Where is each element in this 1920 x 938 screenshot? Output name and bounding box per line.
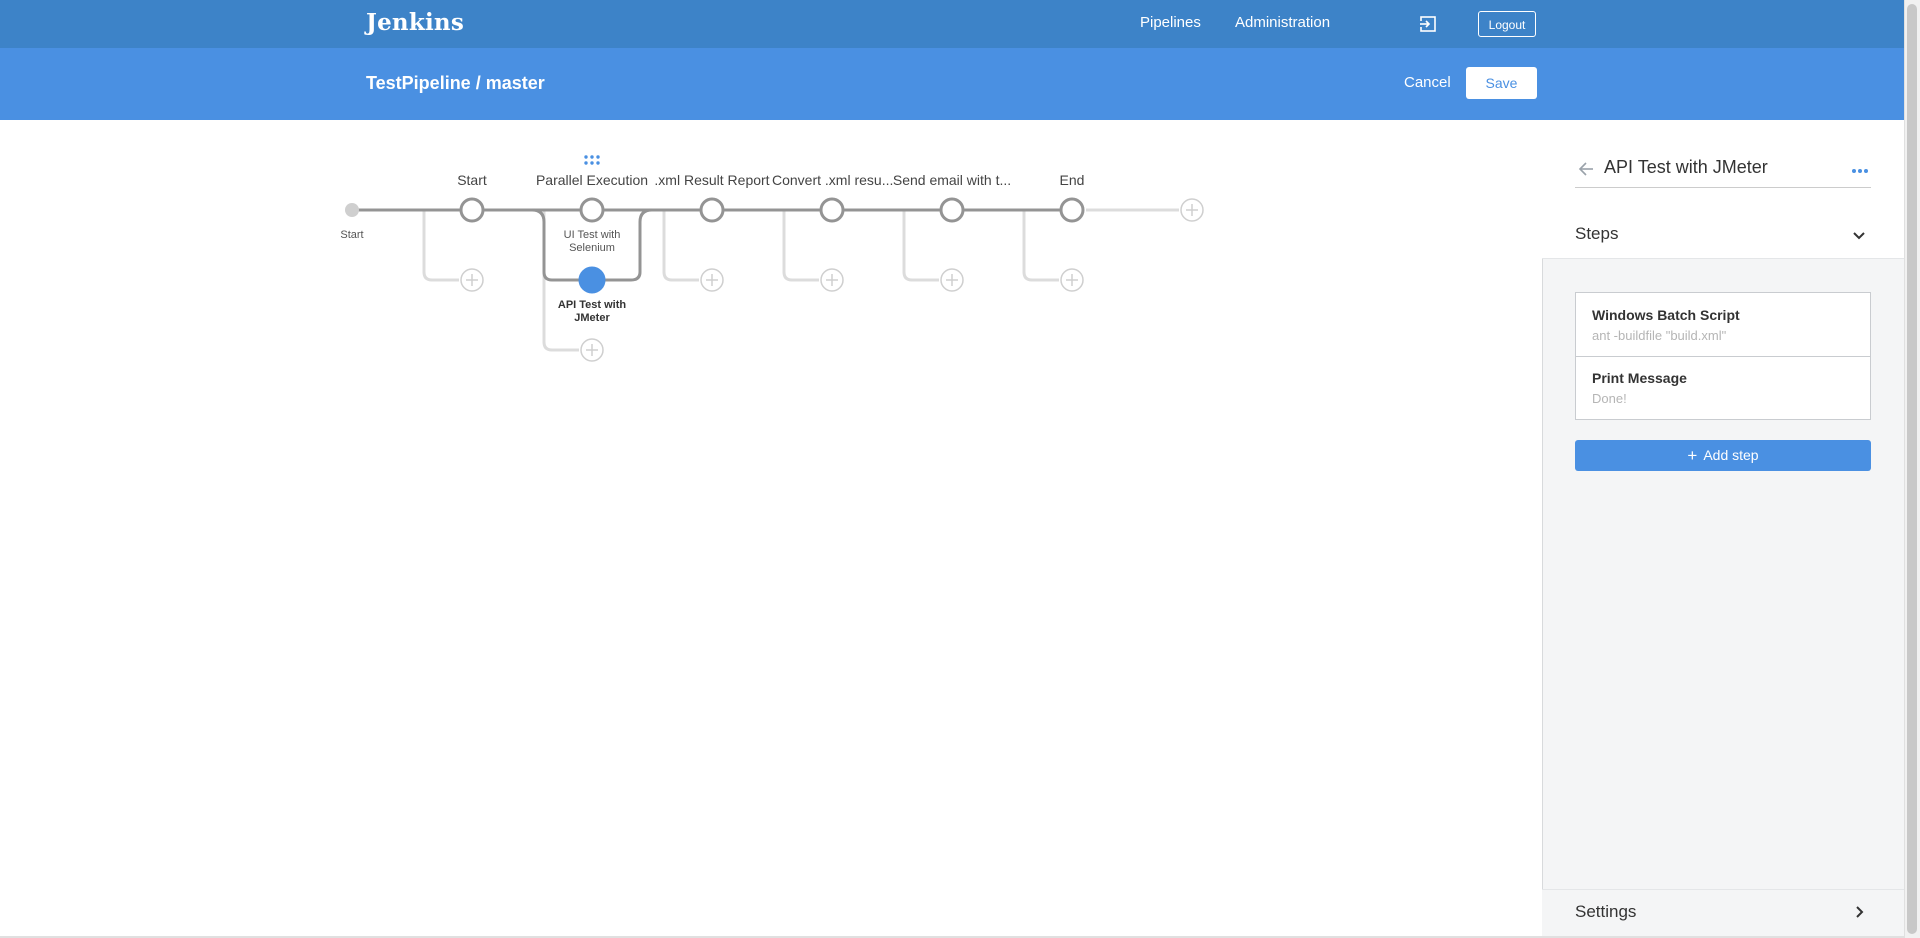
step-item-print-message[interactable]: Print Message Done! — [1576, 357, 1870, 420]
settings-heading: Settings — [1575, 902, 1637, 921]
add-stage-plus-icon[interactable] — [1180, 198, 1204, 222]
editor-header — [0, 48, 1904, 120]
step-title: Windows Batch Script — [1592, 307, 1740, 323]
top-navbar — [0, 0, 1904, 48]
steps-heading: Steps — [1575, 224, 1619, 243]
plus-icon: + — [1687, 446, 1698, 465]
title-underline — [1575, 187, 1871, 188]
jenkins-logo[interactable]: Jenkins — [366, 9, 464, 36]
pipeline-start-node — [345, 203, 359, 217]
add-branch-plus-icon[interactable] — [1060, 268, 1084, 292]
add-branch-plus-icon[interactable] — [940, 268, 964, 292]
stage-label-parallel-execution[interactable]: Parallel Execution — [532, 172, 652, 188]
stage-node-end[interactable] — [1059, 197, 1085, 223]
stage-label-xml-result-report[interactable]: .xml Result Report — [652, 172, 772, 188]
add-step-label: Add step — [1703, 447, 1759, 463]
add-branch-plus-icon[interactable] — [580, 338, 604, 362]
arrow-left-icon[interactable] — [1578, 161, 1594, 177]
breadcrumb: TestPipeline / master — [366, 73, 545, 93]
stage-node-send-email[interactable] — [939, 197, 965, 223]
pipeline-start-label: Start — [340, 229, 364, 241]
step-detail: ant -buildfile "build.xml" — [1592, 328, 1727, 343]
cancel-button[interactable]: Cancel — [1404, 74, 1451, 91]
steps-list: Windows Batch Script ant -buildfile "bui… — [1575, 292, 1871, 420]
stage-node-ui-test[interactable] — [579, 197, 605, 223]
add-branch-plus-icon[interactable] — [820, 268, 844, 292]
add-step-button[interactable]: + Add step — [1575, 440, 1871, 471]
step-item-windows-batch[interactable]: Windows Batch Script ant -buildfile "bui… — [1576, 293, 1870, 357]
grip-dots-icon[interactable] — [584, 155, 600, 165]
logout-button[interactable]: Logout — [1478, 11, 1536, 37]
chevron-right-icon[interactable] — [1852, 905, 1866, 919]
stage-label-start[interactable]: Start — [422, 172, 522, 188]
chevron-down-icon[interactable] — [1852, 228, 1866, 242]
save-button[interactable]: Save — [1466, 67, 1537, 99]
stage-node-xml-result-report[interactable] — [699, 197, 725, 223]
step-detail: Done! — [1592, 391, 1627, 406]
pipeline-graph — [345, 197, 1204, 362]
stage-label-convert-xml[interactable]: Convert .xml resu... — [772, 172, 893, 188]
nav-pipelines[interactable]: Pipelines — [1140, 14, 1201, 31]
stage-node-convert-xml[interactable] — [819, 197, 845, 223]
steps-divider — [1542, 258, 1904, 259]
branch-label-ui-test[interactable]: UI Test with Selenium — [556, 229, 628, 255]
stage-label-send-email[interactable]: Send email with t... — [892, 172, 1012, 188]
stage-node-api-test-selected[interactable] — [578, 266, 606, 294]
branch-label-api-test[interactable]: API Test with JMeter — [552, 299, 632, 325]
nav-administration[interactable]: Administration — [1235, 14, 1330, 31]
stage-label-end[interactable]: End — [1022, 172, 1122, 188]
exit-icon[interactable] — [1418, 14, 1438, 34]
add-branch-plus-icon[interactable] — [700, 268, 724, 292]
stage-name-input[interactable]: API Test with JMeter — [1604, 157, 1768, 178]
step-title: Print Message — [1592, 370, 1687, 386]
scrollbar-thumb[interactable] — [1907, 4, 1917, 934]
stage-node-start[interactable] — [459, 197, 485, 223]
add-branch-plus-icon[interactable] — [460, 268, 484, 292]
more-dots-icon[interactable] — [1852, 168, 1868, 174]
